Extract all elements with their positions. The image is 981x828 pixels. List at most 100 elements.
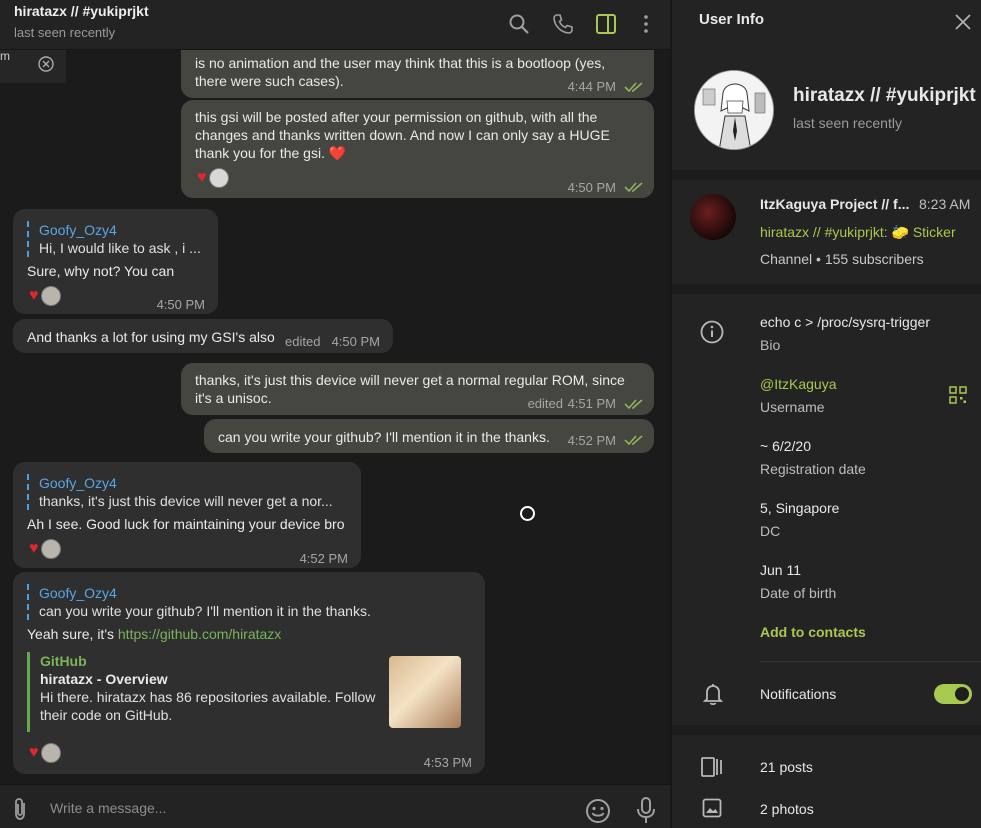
emoji-icon[interactable] xyxy=(585,798,611,824)
message-time: 4:52 PM xyxy=(567,433,616,448)
message-bubble[interactable]: Goofy_Ozy4 Hi, I would like to ask , i .… xyxy=(13,209,218,314)
message-composer xyxy=(0,784,670,828)
attach-icon[interactable] xyxy=(10,797,30,821)
reactions[interactable]: ♥ xyxy=(197,167,229,189)
notification-toast: m xyxy=(0,45,66,83)
message-text: this gsi will be posted after your permi… xyxy=(195,109,610,161)
dc-label: DC xyxy=(760,523,781,539)
message-time: 4:50 PM xyxy=(331,334,380,349)
channel-subscribers: Channel • 155 subscribers xyxy=(760,251,924,267)
registration-value[interactable]: ~ 6/2/20 xyxy=(760,438,811,454)
message-input[interactable] xyxy=(50,797,570,819)
info-icon xyxy=(700,320,724,344)
reactions[interactable]: ♥ xyxy=(29,742,61,764)
photos-icon xyxy=(702,798,722,818)
read-checks-icon xyxy=(624,435,643,446)
message-list[interactable]: is no animation and the user may think t… xyxy=(0,50,670,784)
sidebar-toggle-icon[interactable] xyxy=(594,12,618,36)
message-text: Sure, why not? You can xyxy=(27,263,175,279)
search-icon[interactable] xyxy=(507,12,531,36)
chat-title[interactable]: hiratazx // #yukiprjkt xyxy=(14,3,149,19)
section-divider xyxy=(672,170,981,180)
add-to-contacts-button[interactable]: Add to contacts xyxy=(760,624,866,640)
reactions[interactable]: ♥ xyxy=(29,285,61,307)
registration-label: Registration date xyxy=(760,461,866,477)
reply-quote[interactable]: Goofy_Ozy4 thanks, it's just this device… xyxy=(27,474,333,510)
message-bubble[interactable]: is no animation and the user may think t… xyxy=(181,50,654,98)
close-icon[interactable] xyxy=(955,14,971,30)
chat-status: last seen recently xyxy=(14,25,116,40)
mouse-cursor xyxy=(520,506,535,521)
link-preview[interactable]: GitHub hiratazx - Overview Hi there. hir… xyxy=(27,652,467,732)
reply-author: Goofy_Ozy4 xyxy=(39,222,117,238)
birthday-value[interactable]: Jun 11 xyxy=(760,562,801,578)
message-text: And thanks a lot for using my GSI's also xyxy=(27,329,275,345)
avatar xyxy=(40,539,61,559)
dc-value[interactable]: 5, Singapore xyxy=(760,500,839,516)
avatar xyxy=(40,743,61,763)
channel-avatar[interactable] xyxy=(690,194,736,240)
message-bubble[interactable]: Goofy_Ozy4 thanks, it's just this device… xyxy=(13,462,361,568)
reply-author: Goofy_Ozy4 xyxy=(39,585,117,601)
manga-portrait-image xyxy=(695,71,773,149)
heart-icon: ♥ xyxy=(29,744,39,761)
message-time: 4:51 PM xyxy=(567,396,616,411)
read-checks-icon xyxy=(624,399,643,410)
message-bubble[interactable]: And thanks a lot for using my GSI's also… xyxy=(13,319,393,353)
channel-name[interactable]: ItzKaguya Project // f... xyxy=(760,196,910,212)
reply-text: Hi, I would like to ask , i ... xyxy=(39,240,201,256)
message-bubble[interactable]: can you write your github? I'll mention … xyxy=(204,419,654,453)
posts-icon xyxy=(701,757,722,777)
user-info-panel: User Info hiratazx // #yukiprjkt last se… xyxy=(671,0,981,828)
bio-label: Bio xyxy=(760,337,781,353)
username-label: Username xyxy=(760,399,825,415)
notifications-label: Notifications xyxy=(760,686,837,702)
message-time: 4:53 PM xyxy=(423,755,472,770)
message-text: can you write your github? I'll mention … xyxy=(218,429,550,445)
message-bubble[interactable]: Goofy_Ozy4 can you write your github? I'… xyxy=(13,572,485,774)
preview-thumbnail[interactable] xyxy=(389,656,461,728)
reply-quote[interactable]: Goofy_Ozy4 Hi, I would like to ask , i .… xyxy=(27,221,201,257)
message-text: Yeah sure, it's https://github.com/hirat… xyxy=(27,626,282,642)
message-time: 4:50 PM xyxy=(567,180,616,195)
profile-avatar[interactable] xyxy=(694,70,774,150)
read-checks-icon xyxy=(624,82,643,93)
close-icon[interactable] xyxy=(38,56,54,72)
message-text: is no animation and the user may think t… xyxy=(195,55,606,89)
read-checks-icon xyxy=(624,182,643,193)
qr-code-icon[interactable] xyxy=(949,386,967,404)
bio-value[interactable]: echo c > /proc/sysrq-trigger xyxy=(760,314,930,330)
message-text: Ah I see. Good luck for maintaining your… xyxy=(27,516,345,532)
microphone-icon[interactable] xyxy=(636,797,656,825)
reply-text: can you write your github? I'll mention … xyxy=(39,603,371,619)
github-link[interactable]: https://github.com/hiratazx xyxy=(118,626,281,642)
bell-icon xyxy=(702,684,724,706)
message-bubble[interactable]: this gsi will be posted after your permi… xyxy=(181,100,654,198)
channel-last-message: hiratazx // #yukiprjkt: 🧽 Sticker xyxy=(760,224,956,240)
profile-status: last seen recently xyxy=(793,115,902,131)
more-vertical-icon[interactable] xyxy=(634,12,658,36)
heart-icon: ♥ xyxy=(29,540,39,557)
channel-time: 8:23 AM xyxy=(919,196,971,212)
posts-count[interactable]: 21 posts xyxy=(760,759,813,775)
message-bubble[interactable]: thanks, it's just this device will never… xyxy=(181,363,654,415)
notifications-toggle[interactable] xyxy=(934,684,972,704)
message-time: 4:44 PM xyxy=(567,79,616,94)
chat-area: is no animation and the user may think t… xyxy=(0,0,670,828)
toast-text: m xyxy=(0,49,10,63)
reply-quote[interactable]: Goofy_Ozy4 can you write your github? I'… xyxy=(27,584,371,620)
profile-name: hiratazx // #yukiprjkt xyxy=(793,85,976,106)
message-time: 4:50 PM xyxy=(156,297,205,312)
chat-header[interactable]: hiratazx // #yukiprjkt last seen recentl… xyxy=(0,0,670,50)
username-value[interactable]: @ItzKaguya xyxy=(760,376,836,392)
reactions[interactable]: ♥ xyxy=(29,538,61,560)
message-time: 4:52 PM xyxy=(299,551,348,566)
message-edited: edited xyxy=(527,396,563,411)
phone-icon[interactable] xyxy=(551,12,575,36)
avatar xyxy=(40,286,61,306)
avatar xyxy=(208,168,229,188)
section-divider xyxy=(672,725,981,735)
birthday-label: Date of birth xyxy=(760,585,837,601)
divider xyxy=(760,661,981,662)
photos-count[interactable]: 2 photos xyxy=(760,801,814,817)
